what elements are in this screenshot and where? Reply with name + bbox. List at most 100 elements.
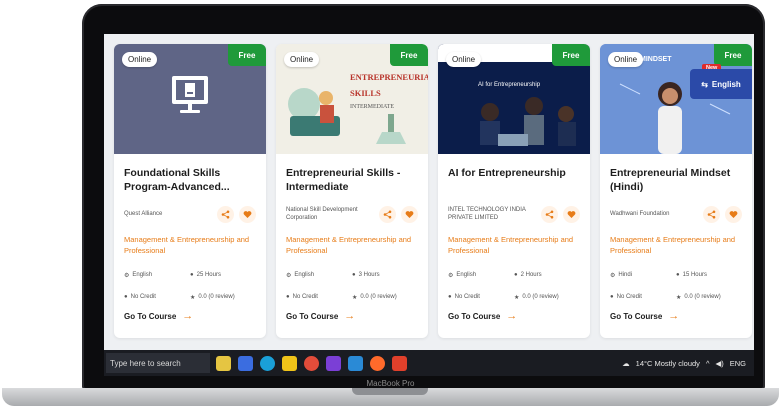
app-icon[interactable] [348,355,363,371]
clock-icon: ● [190,272,194,278]
course-provider: Quest Alliance [124,211,163,217]
online-badge: Online [446,52,482,67]
heart-icon[interactable] [563,205,580,223]
star-icon: ★ [514,294,520,301]
credit-icon: ● [124,294,128,300]
arrow-right-icon: → [668,310,680,322]
course-title[interactable]: Entrepreneurial Skills - Intermediate [286,166,418,196]
copilot-icon[interactable] [216,355,231,371]
device-brand-label: MacBook Pro [366,379,415,388]
globe-icon: ⚙ [610,272,616,279]
rating-info: ★ 0.0 (0 review) [676,294,721,301]
free-badge: Free [390,44,428,66]
course-thumbnail: AI for Entrepreneurship Online Free [438,44,590,154]
credit-info: ● No Credit [286,294,318,300]
rating-info: ★ 0.0 (0 review) [352,294,397,301]
globe-icon: ⚙ [124,272,130,279]
credit-info: ● No Credit [448,294,480,300]
heart-icon[interactable] [401,205,418,223]
thumb-subtitle: INTERMEDIATE [350,104,394,110]
course-title[interactable]: Foundational Skills Program-Advanced... [124,166,256,196]
taskbar: Type here to search ☁ 14°C Mostly cloudy… [104,350,754,376]
clock-icon: ● [352,272,356,278]
course-category: Management & Entrepreneurship and Profes… [124,235,250,255]
course-grid: Online Free Foundational Skills Program-… [114,44,752,338]
go-to-course-link[interactable]: Go To Course → [610,310,742,322]
language-info: ⚙ English [124,272,153,279]
language-indicator[interactable]: ENG [730,359,746,368]
course-provider: National Skill Development Corporation [286,207,358,221]
course-thumbnail: MINDSET Online Free [600,44,752,154]
free-badge: Free [552,44,590,66]
thumb-title-line: SKILLS [350,88,381,98]
go-to-course-link[interactable]: Go To Course → [448,310,580,322]
course-category: Management & Entrepreneurship and Profes… [610,235,736,255]
language-info: ⚙ Hindi [610,272,633,279]
course-thumbnail: ENTREPRENEURIAL SKILLS INTERMEDIATE Onli… [276,44,428,154]
share-icon[interactable] [217,205,234,223]
star-icon: ★ [352,294,358,301]
duration-info: ● 25 Hours [190,272,221,278]
course-thumbnail: Online Free [114,44,266,154]
weather-icon: ☁ [622,358,630,368]
credit-info: ● No Credit [124,294,156,300]
star-icon: ★ [190,294,196,301]
brave-icon[interactable] [392,355,407,371]
language-label: English [711,79,741,89]
credit-icon: ● [286,294,290,300]
course-title[interactable]: Entrepreneurial Mindset (Hindi) [610,166,742,196]
course-provider: INTEL TECHNOLOGY INDIA PRIVATE LIMITED [448,207,526,221]
free-badge: Free [228,44,266,66]
rating-info: ★ 0.0 (0 review) [514,294,559,301]
file-explorer-icon[interactable] [282,355,297,371]
system-tray: ☁ 14°C Mostly cloudy ^ ◀) ENG [622,350,746,376]
duration-info: ● 15 Hours [676,272,707,278]
clock-icon: ● [676,272,680,278]
laptop-notch [352,388,428,395]
online-badge: Online [122,52,158,67]
course-title[interactable]: AI for Entrepreneurship [448,166,580,196]
language-switcher-button[interactable]: ⇆ English [690,69,752,99]
star-icon: ★ [676,294,682,301]
share-icon[interactable] [703,205,720,223]
clock-icon: ● [514,272,518,278]
translate-icon: ⇆ [701,79,708,89]
online-badge: Online [608,52,644,67]
course-card[interactable]: ENTREPRENEURIAL SKILLS INTERMEDIATE Onli… [276,44,428,338]
course-card[interactable]: AI for Entrepreneurship Online Free AI f… [438,44,590,338]
chevron-up-icon[interactable]: ^ [706,359,710,368]
go-to-course-link[interactable]: Go To Course → [124,310,256,322]
globe-icon: ⚙ [286,272,292,279]
free-badge: Free [714,44,752,66]
share-icon[interactable] [379,205,396,223]
course-category: Management & Entrepreneurship and Profes… [286,235,412,255]
rating-info: ★ 0.0 (0 review) [190,294,235,301]
speaker-icon[interactable]: ◀) [715,359,723,368]
thumb-caption: MINDSET [640,56,672,63]
course-provider: Wadhwani Foundation [610,211,670,217]
share-icon[interactable] [541,205,558,223]
arrow-right-icon: → [182,310,194,322]
weather-text[interactable]: 14°C Mostly cloudy [636,359,700,368]
credit-icon: ● [610,294,614,300]
course-card[interactable]: Online Free Foundational Skills Program-… [114,44,266,338]
thumb-title-line: ENTREPRENEURIAL [350,72,428,82]
language-info: ⚙ English [448,272,477,279]
go-to-course-link[interactable]: Go To Course → [286,310,418,322]
course-category: Management & Entrepreneurship and Profes… [448,235,574,255]
credit-icon: ● [448,294,452,300]
heart-icon[interactable] [239,205,256,223]
app-icon[interactable] [370,355,385,371]
taskbar-search-input[interactable]: Type here to search [106,353,210,373]
chrome-icon[interactable] [304,355,319,371]
app-icon[interactable] [238,355,253,371]
thumb-caption: AI for Entrepreneurship [478,82,541,88]
online-badge: Online [284,52,320,67]
edge-icon[interactable] [260,355,275,371]
globe-icon: ⚙ [448,272,454,279]
heart-icon[interactable] [725,205,742,223]
screen: Online Free Foundational Skills Program-… [104,34,754,376]
app-icon[interactable] [326,355,341,371]
arrow-right-icon: → [344,310,356,322]
language-info: ⚙ English [286,272,315,279]
